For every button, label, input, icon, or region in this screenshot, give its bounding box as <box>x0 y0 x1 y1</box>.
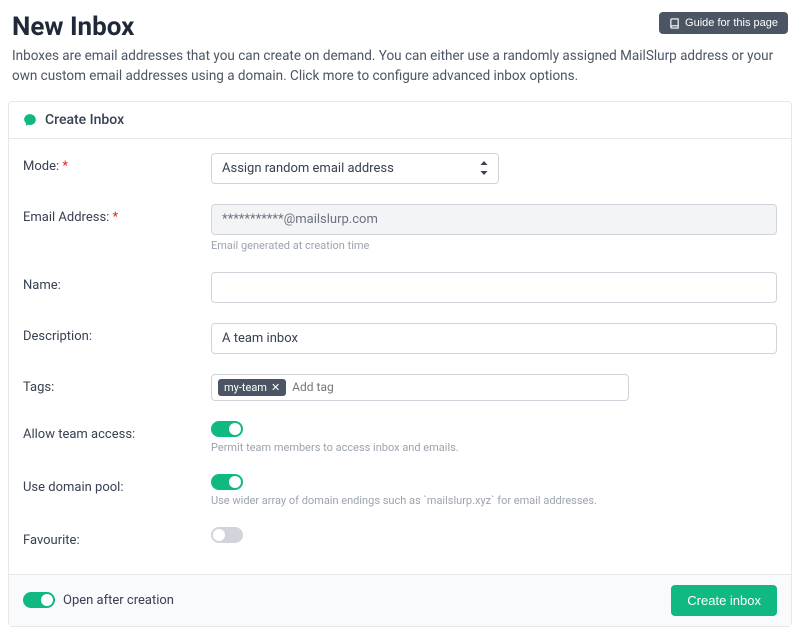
card-title: Create Inbox <box>45 112 124 128</box>
open-after-label: Open after creation <box>63 593 174 608</box>
tag-chip: my-team ✕ <box>218 379 286 396</box>
team-access-hint: Permit team members to access inbox and … <box>211 441 777 454</box>
card-header: Create Inbox <box>9 102 791 139</box>
open-after-toggle[interactable] <box>23 592 55 608</box>
domain-pool-hint: Use wider array of domain endings such a… <box>211 494 777 507</box>
description-label: Description: <box>23 323 211 344</box>
name-input[interactable] <box>211 272 777 303</box>
guide-button-label: Guide for this page <box>685 17 778 29</box>
domain-pool-toggle[interactable] <box>211 474 243 490</box>
page-description: Inboxes are email addresses that you can… <box>0 46 800 101</box>
tags-input[interactable]: my-team ✕ <box>211 374 629 401</box>
book-icon <box>669 18 680 29</box>
tags-label: Tags: <box>23 374 211 395</box>
guide-button[interactable]: Guide for this page <box>659 12 788 34</box>
team-access-label: Allow team access: <box>23 421 211 442</box>
tags-text-input[interactable] <box>292 380 622 394</box>
email-input <box>211 204 777 235</box>
page-title: New Inbox <box>12 12 134 42</box>
mode-label: Mode: * <box>23 153 211 174</box>
email-label: Email Address: * <box>23 204 211 225</box>
tag-remove-icon[interactable]: ✕ <box>271 381 280 394</box>
description-input[interactable] <box>211 323 777 354</box>
favourite-toggle[interactable] <box>211 527 243 543</box>
inbox-icon <box>23 113 37 127</box>
create-inbox-card: Create Inbox Mode: * Assign random email… <box>8 101 792 627</box>
name-label: Name: <box>23 272 211 293</box>
mode-select[interactable]: Assign random email address <box>211 153 499 184</box>
email-hint: Email generated at creation time <box>211 239 777 252</box>
create-inbox-button[interactable]: Create inbox <box>671 585 777 616</box>
card-footer: Open after creation Create inbox <box>9 574 791 626</box>
team-access-toggle[interactable] <box>211 421 243 437</box>
domain-pool-label: Use domain pool: <box>23 474 211 495</box>
favourite-label: Favourite: <box>23 527 211 548</box>
